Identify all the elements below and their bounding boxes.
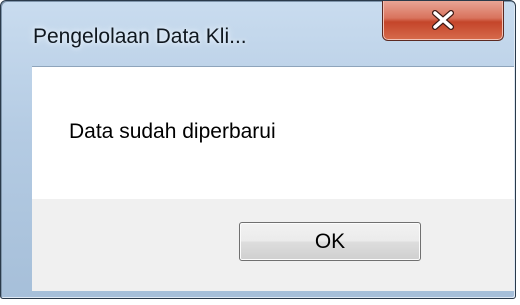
window-title: Pengelolaan Data Kli... — [33, 25, 247, 48]
title-bar[interactable]: Pengelolaan Data Kli... — [1, 1, 515, 59]
dialog-body: Data sudah diperbarui OK — [32, 66, 514, 291]
message-text: Data sudah diperbarui — [69, 120, 276, 143]
close-button[interactable] — [382, 1, 504, 41]
message-area: Data sudah diperbarui — [32, 67, 514, 199]
ok-button[interactable]: OK — [239, 222, 421, 261]
close-icon — [383, 1, 503, 40]
message-dialog-window: Pengelolaan Data Kli... Data sudah diper… — [0, 0, 516, 299]
